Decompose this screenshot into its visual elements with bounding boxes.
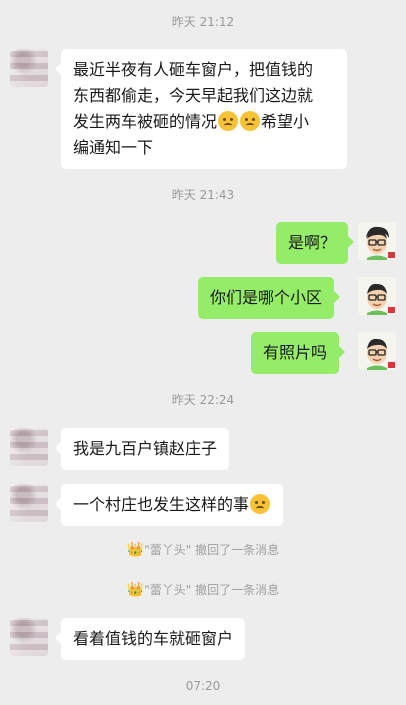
contact-avatar[interactable] — [10, 618, 48, 656]
message-text: 发生两车被砸的情况 — [73, 112, 218, 131]
crown-icon: 👑 — [126, 582, 145, 598]
message-bubble-self[interactable]: 有照片吗 — [251, 332, 346, 374]
recall-user[interactable]: "蕾丫头" — [144, 543, 191, 557]
self-avatar[interactable] — [358, 332, 396, 370]
timestamp: 昨天 22:24 — [171, 393, 235, 407]
message-text: 我是九百户镇赵庄子 — [73, 439, 218, 458]
message-bubble[interactable]: 一个村庄也发生这样的事 — [54, 484, 284, 526]
self-avatar[interactable] — [358, 222, 396, 260]
message-text: 一个村庄也发生这样的事 — [73, 495, 250, 514]
message-text: 有照片吗 — [263, 343, 328, 362]
message-bubble[interactable]: 最近半夜有人砸车窗户，把值钱的 东西都偷走，今天早起我们这边就 发生两车被砸的情… — [55, 49, 347, 169]
contact-avatar[interactable] — [10, 484, 48, 522]
message-bubble[interactable]: 看着值钱的车就砸窗户 — [54, 618, 246, 660]
contact-avatar[interactable] — [10, 428, 48, 466]
message-line: 编通知一下 — [73, 138, 154, 157]
cartoon-face-icon — [358, 222, 396, 260]
recall-user[interactable]: "蕾丫头" — [144, 583, 191, 597]
message-text: 是啊？ — [288, 233, 337, 252]
cartoon-face-icon — [358, 332, 396, 370]
recall-notice: 👑"蕾丫头" 撤回了一条消息 — [0, 582, 406, 598]
self-avatar[interactable] — [358, 277, 396, 315]
message-bubble-self[interactable]: 是啊？ — [276, 222, 355, 264]
timestamp: 昨天 21:12 — [171, 15, 235, 29]
recall-text: 撤回了一条消息 — [191, 583, 280, 597]
message-text: 你们是哪个小区 — [210, 288, 323, 307]
message-bubble[interactable]: 我是九百户镇赵庄子 — [54, 428, 230, 470]
recall-notice: 👑"蕾丫头" 撤回了一条消息 — [0, 542, 406, 558]
message-line: 东西都偷走，今天早起我们这边就 — [73, 86, 314, 105]
pleading-face-icon — [250, 494, 271, 514]
timestamp: 07:20 — [185, 679, 221, 693]
timestamp: 昨天 21:43 — [171, 188, 235, 202]
message-line: 发生两车被砸的情况 希望小 — [73, 109, 335, 135]
message-text: 看着值钱的车就砸窗户 — [73, 629, 234, 648]
pleading-face-icon — [240, 111, 261, 131]
crown-icon: 👑 — [126, 542, 145, 558]
contact-avatar[interactable] — [10, 49, 48, 87]
message-line: 最近半夜有人砸车窗户，把值钱的 — [73, 60, 314, 79]
pleading-face-icon — [218, 111, 239, 131]
message-bubble-self[interactable]: 你们是哪个小区 — [198, 277, 341, 319]
message-text: 希望小 — [261, 112, 310, 131]
recall-text: 撤回了一条消息 — [191, 543, 280, 557]
cartoon-face-icon — [358, 277, 396, 315]
